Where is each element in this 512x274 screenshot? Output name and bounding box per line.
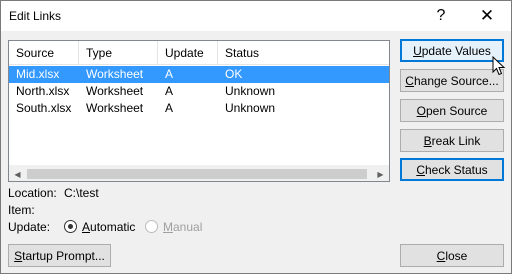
location-value: C:\test — [64, 186, 99, 200]
update-values-button[interactable]: Update Values — [400, 39, 504, 62]
automatic-radio[interactable] — [64, 220, 77, 233]
cell-status: Unknown — [225, 84, 276, 98]
close-label: Close — [436, 248, 468, 263]
mouse-cursor-icon — [492, 56, 506, 76]
change-source-button[interactable]: Change Source... — [400, 69, 504, 92]
links-list[interactable]: Source Type Update Status Mid.xlsx Works… — [8, 40, 390, 182]
title-bar: Edit Links ? ✕ — [1, 1, 511, 31]
column-header-status[interactable]: Status — [218, 41, 389, 65]
manual-radio-label: Manual — [163, 220, 203, 234]
location-label: Location: — [8, 186, 57, 200]
update-values-label: Update Values — [413, 43, 491, 58]
manual-radio — [145, 220, 158, 233]
help-icon: ? — [436, 7, 446, 24]
dialog-title: Edit Links — [9, 9, 62, 23]
close-button[interactable]: Close — [400, 244, 504, 267]
check-status-label: Check Status — [416, 162, 488, 177]
table-row[interactable]: North.xlsx Worksheet A Unknown — [9, 83, 389, 100]
cell-source: North.xlsx — [16, 84, 70, 98]
automatic-radio-label[interactable]: Automatic — [82, 220, 135, 234]
horizontal-scrollbar[interactable]: ◀ ▶ — [9, 165, 389, 181]
column-header-source[interactable]: Source — [9, 41, 79, 65]
cell-type: Worksheet — [86, 84, 144, 98]
item-label: Item: — [8, 203, 35, 217]
table-row[interactable]: South.xlsx Worksheet A Unknown — [9, 100, 389, 117]
close-icon: ✕ — [479, 6, 495, 25]
change-source-label: Change Source... — [405, 73, 499, 88]
startup-prompt-button[interactable]: Startup Prompt... — [8, 244, 111, 267]
open-source-button[interactable]: Open Source — [400, 99, 504, 122]
cell-update: A — [165, 84, 174, 98]
scroll-left-icon[interactable]: ◀ — [9, 166, 26, 182]
list-header: Source Type Update Status — [9, 41, 389, 65]
scroll-right-icon[interactable]: ▶ — [372, 166, 389, 182]
cell-status: OK — [225, 67, 243, 81]
edit-links-dialog: Edit Links ? ✕ Source Type Update Status… — [0, 0, 512, 274]
cell-status: Unknown — [225, 101, 276, 115]
help-button[interactable]: ? — [419, 1, 463, 31]
break-link-label: Break Link — [423, 133, 481, 148]
startup-prompt-label: Startup Prompt... — [14, 248, 105, 263]
cell-source: Mid.xlsx — [16, 67, 60, 81]
cell-update: A — [165, 101, 174, 115]
table-row[interactable]: Mid.xlsx Worksheet A OK — [9, 66, 389, 83]
update-mode-label: Update: — [8, 220, 51, 234]
break-link-button[interactable]: Break Link — [400, 129, 504, 152]
cell-type: Worksheet — [86, 67, 144, 81]
scroll-thumb[interactable] — [27, 169, 367, 179]
cell-type: Worksheet — [86, 101, 144, 115]
cell-update: A — [165, 67, 174, 81]
close-window-button[interactable]: ✕ — [465, 1, 509, 31]
column-header-update[interactable]: Update — [158, 41, 218, 65]
open-source-label: Open Source — [416, 103, 488, 118]
check-status-button[interactable]: Check Status — [400, 158, 504, 181]
cell-source: South.xlsx — [16, 101, 72, 115]
column-header-type[interactable]: Type — [79, 41, 158, 65]
